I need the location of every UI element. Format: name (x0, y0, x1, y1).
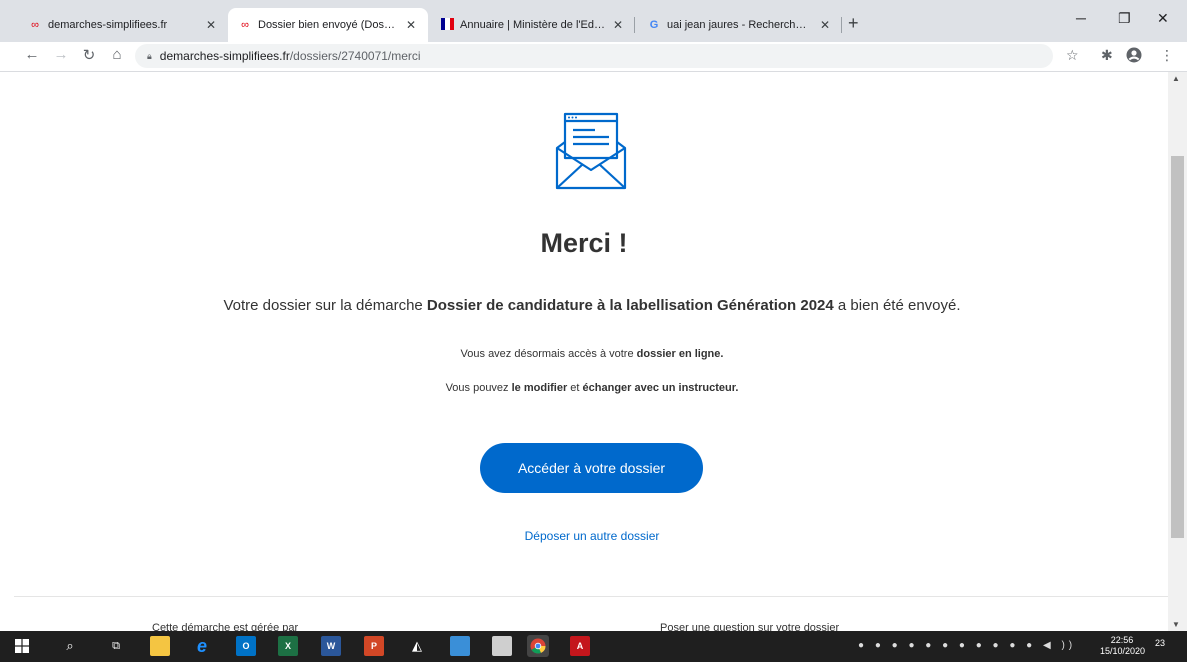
browser-tab-strip: ∞ demarches-simplifiees.fr ✕ ∞ Dossier b… (0, 0, 1187, 42)
clock-time: 22:56 (1110, 635, 1134, 645)
close-tab-icon[interactable]: ✕ (611, 18, 625, 32)
system-clock[interactable]: 22:56 15/10/2020 (1100, 635, 1146, 657)
file-explorer-icon[interactable] (150, 636, 170, 656)
access-info: Vous avez désormais accès à votre dossie… (0, 348, 1168, 360)
outlook-icon[interactable]: O (236, 636, 256, 656)
url-host: demarches-simplifiees.fr (159, 49, 290, 63)
page-content: Merci ! Votre dossier sur la démarche Do… (0, 72, 1168, 631)
scrollbar-thumb[interactable] (1171, 156, 1184, 538)
procedure-name: Dossier de candidature à la labellisatio… (426, 297, 834, 314)
infinity-icon: ∞ (241, 19, 249, 31)
task-view-icon[interactable]: ⧉ (106, 636, 126, 656)
tab-google-search[interactable]: G uai jean jaures - Recherche Google ✕ (637, 8, 842, 42)
modify-info: Vous pouvez le modifier et échanger avec… (0, 382, 1168, 394)
tab-title: uai jean jaures - Recherche Google (667, 19, 812, 31)
profile-avatar-icon[interactable] (1126, 47, 1142, 66)
tab-separator (634, 17, 635, 33)
notification-center-icon[interactable]: 23 (1150, 638, 1170, 656)
scroll-up-icon[interactable]: ▲ (1172, 74, 1180, 83)
deposit-another-dossier-link[interactable]: Déposer un autre dossier (0, 529, 1168, 543)
photos-app-icon[interactable]: ◭ (407, 636, 427, 656)
page-scrollbar[interactable]: ▲ ▼ (1168, 72, 1187, 631)
tab-title: Dossier bien envoyé (Dossier de candidat… (258, 19, 398, 31)
home-icon[interactable]: ⌂ (107, 46, 127, 63)
access-bold: dossier en ligne. (636, 348, 724, 360)
reload-icon[interactable]: ↻ (79, 46, 99, 64)
menu-kebab-icon[interactable]: ⋮ (1160, 47, 1174, 64)
windows-taskbar: ⌕ ⧉ e O X W P ◭ A ● ● ● ● ● ● ● ● ● ● ● … (0, 631, 1187, 662)
search-icon[interactable]: ⌕ (60, 636, 80, 656)
infinity-icon: ∞ (31, 19, 39, 31)
excel-icon[interactable]: X (278, 636, 298, 656)
close-tab-icon[interactable]: ✕ (818, 18, 832, 32)
snipping-tool-icon[interactable] (450, 636, 470, 656)
lead-text: Votre dossier sur la démarche (223, 297, 427, 314)
windows-start-icon[interactable] (12, 636, 32, 656)
access-dossier-button[interactable]: Accéder à votre dossier (480, 443, 703, 493)
marianne-flag-icon (440, 17, 454, 33)
confirmation-message: Votre dossier sur la démarche Dossier de… (0, 297, 1168, 314)
google-g-icon: G (649, 19, 659, 31)
tab-dossier-bien-envoye[interactable]: ∞ Dossier bien envoyé (Dossier de candid… (228, 8, 428, 42)
address-bar[interactable]: 🔒︎ demarches-simplifiees.fr /dossiers/27… (135, 44, 1053, 68)
modify-text-mid: et (567, 382, 583, 394)
lead-text-end: a bien été envoyé. (833, 297, 961, 314)
url-path: /dossiers/2740071/merci (289, 49, 421, 63)
minimize-icon[interactable]: ─ (1076, 10, 1086, 26)
envelope-letter-icon (555, 112, 627, 190)
close-tab-icon[interactable]: ✕ (404, 18, 418, 32)
tab-title: demarches-simplifiees.fr (48, 19, 168, 31)
new-tab-icon[interactable]: + (848, 13, 859, 34)
lock-icon: 🔒︎ (147, 50, 152, 61)
acrobat-reader-icon[interactable]: A (570, 636, 590, 656)
browser-toolbar: ← → ↻ ⌂ 🔒︎ demarches-simplifiees.fr /dos… (0, 42, 1187, 72)
close-window-icon[interactable]: ✕ (1157, 10, 1169, 27)
tab-title: Annuaire | Ministère de l'Education nati… (460, 19, 605, 31)
powerpoint-icon[interactable]: P (364, 636, 384, 656)
bookmark-star-icon[interactable]: ☆ (1066, 47, 1079, 64)
page-title: Merci ! (540, 228, 628, 258)
footer-divider (14, 596, 1168, 597)
internet-explorer-icon[interactable]: e (192, 636, 212, 656)
modify-text: Vous pouvez (445, 382, 512, 394)
restore-icon[interactable]: ❐ (1118, 10, 1131, 27)
close-tab-icon[interactable]: ✕ (204, 18, 218, 32)
system-tray-icons[interactable]: ● ● ● ● ● ● ● ● ● ● ● ◀ )) (858, 640, 1076, 651)
footer-managed-by: Cette démarche est gérée par (152, 622, 299, 631)
tab-demarches-simplifiees[interactable]: ∞ demarches-simplifiees.fr ✕ (18, 8, 228, 42)
tab-separator (841, 17, 842, 33)
extensions-puzzle-icon[interactable]: ✱ (1101, 47, 1113, 64)
clock-date: 15/10/2020 (1100, 646, 1146, 656)
chrome-icon[interactable] (527, 635, 549, 657)
word-icon[interactable]: W (321, 636, 341, 656)
notification-count: 23 (1154, 638, 1165, 648)
exchange-bold: échanger avec un instructeur. (582, 382, 739, 394)
modify-bold: le modifier (511, 382, 568, 394)
forward-arrow-icon[interactable]: → (51, 46, 71, 63)
media-app-icon[interactable] (492, 636, 512, 656)
footer-question-link[interactable]: Poser une question sur votre dossier (660, 622, 839, 631)
scroll-down-icon[interactable]: ▼ (1172, 620, 1180, 629)
access-text: Vous avez désormais accès à votre (460, 348, 637, 360)
back-arrow-icon[interactable]: ← (22, 46, 42, 63)
tab-annuaire[interactable]: Annuaire | Ministère de l'Education nati… (430, 8, 635, 42)
